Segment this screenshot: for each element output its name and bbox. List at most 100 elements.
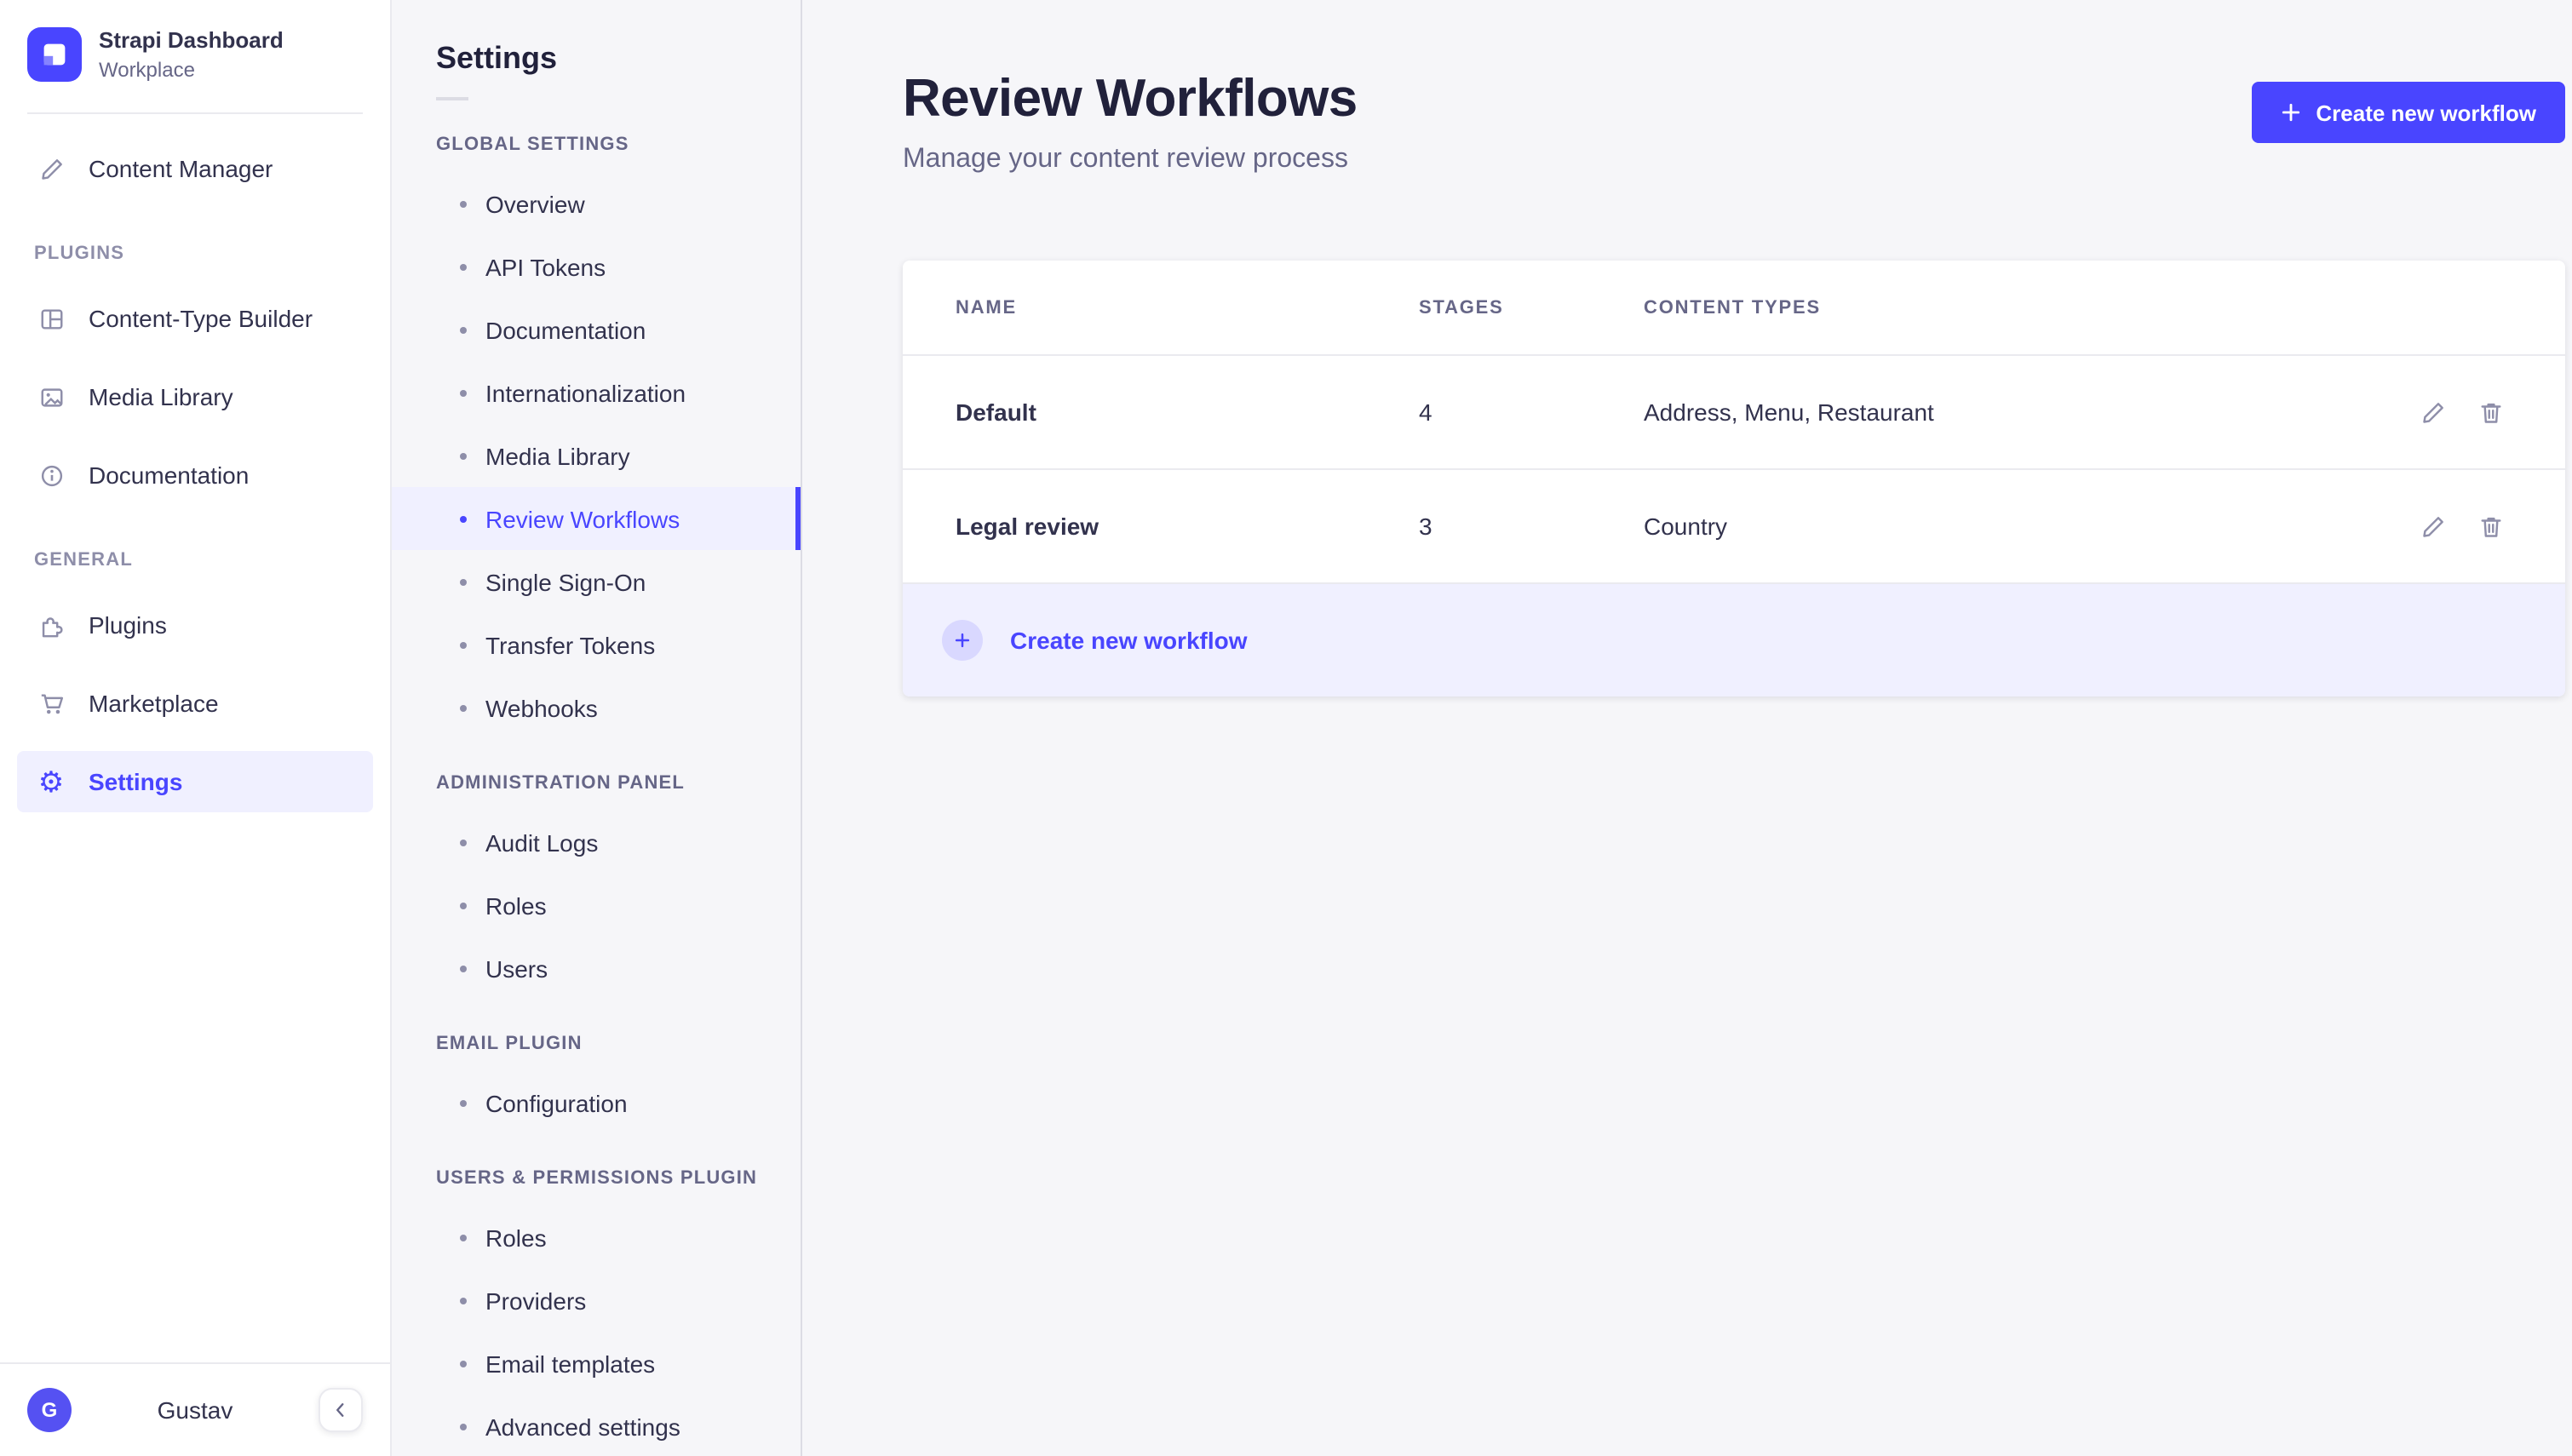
bullet-icon xyxy=(460,641,467,648)
subnav-item-label: Single Sign-On xyxy=(485,568,646,595)
subnav-item-internationalization[interactable]: Internationalization xyxy=(392,361,801,424)
subnav-item-label: Configuration xyxy=(485,1089,628,1116)
subnav-section-users-permissions-plugin: USERS & PERMISSIONS PLUGIN Roles Provide… xyxy=(392,1168,801,1456)
table-row-default[interactable]: Default 4 Address, Menu, Restaurant xyxy=(903,356,2565,470)
subnav-section-global-settings: GLOBAL SETTINGS Overview API Tokens Docu… xyxy=(392,135,801,739)
delete-workflow-button[interactable] xyxy=(2470,506,2511,547)
app-root: Strapi Dashboard Workplace Content Manag… xyxy=(0,0,2572,1456)
create-workflow-button[interactable]: Create new workflow xyxy=(2251,82,2565,143)
page-header-text: Review Workflows Manage your content rev… xyxy=(903,68,1358,175)
subnav-item-configuration[interactable]: Configuration xyxy=(392,1071,801,1134)
trash-icon xyxy=(2480,516,2500,536)
subnav-item-label: Transfer Tokens xyxy=(485,631,656,658)
subnav-item-media-library[interactable]: Media Library xyxy=(392,424,801,487)
bullet-icon xyxy=(460,839,467,846)
sidebar-item-media-library[interactable]: Media Library xyxy=(17,367,373,428)
user-name: Gustav xyxy=(157,1396,233,1424)
main-content: Review Workflows Manage your content rev… xyxy=(802,0,2572,1456)
puzzle-icon xyxy=(34,609,68,643)
subnav-title: Settings xyxy=(436,41,558,75)
pencil-icon xyxy=(34,152,68,186)
bullet-icon xyxy=(460,1423,467,1430)
sidebar-item-documentation[interactable]: Documentation xyxy=(17,445,373,507)
bullet-icon xyxy=(460,1297,467,1304)
workflow-content-types: Country xyxy=(1644,513,1728,540)
subnav-item-users[interactable]: Users xyxy=(392,937,801,1000)
sidebar-item-settings[interactable]: ⚙ Settings xyxy=(17,751,373,813)
gear-icon: ⚙ xyxy=(37,765,65,799)
subnav-item-label: Roles xyxy=(485,891,547,919)
subnav-item-providers[interactable]: Providers xyxy=(392,1269,801,1332)
subnav-section-label: EMAIL PLUGIN xyxy=(436,1034,583,1054)
workflow-stages: 4 xyxy=(1419,398,1432,426)
sidebar-item-label: Plugins xyxy=(89,611,167,639)
subnav-item-label: Review Workflows xyxy=(485,505,680,532)
column-header-name: NAME xyxy=(956,297,1017,318)
sidebar-item-label: Content Manager xyxy=(89,155,273,183)
plus-icon xyxy=(2280,102,2300,123)
subnav-item-label: Media Library xyxy=(485,442,630,469)
subnav-item-label: API Tokens xyxy=(485,253,606,280)
bullet-icon xyxy=(460,1360,467,1367)
sidebar-item-label: Settings xyxy=(89,768,183,796)
subnav-section-label: USERS & PERMISSIONS PLUGIN xyxy=(436,1168,758,1189)
subnav-item-documentation[interactable]: Documentation xyxy=(392,298,801,361)
table-row-legal-review[interactable]: Legal review 3 Country xyxy=(903,470,2565,584)
table-header-row: NAME STAGES CONTENT TYPES xyxy=(903,261,2565,356)
bullet-icon xyxy=(460,326,467,333)
subnav-item-up-roles[interactable]: Roles xyxy=(392,1206,801,1269)
bullet-icon xyxy=(460,515,467,522)
workflows-table: NAME STAGES CONTENT TYPES Default 4 Addr… xyxy=(903,261,2565,696)
subnav-item-label: Overview xyxy=(485,190,585,217)
subnav-item-overview[interactable]: Overview xyxy=(392,172,801,235)
subnav-item-api-tokens[interactable]: API Tokens xyxy=(392,235,801,298)
row-actions xyxy=(2289,392,2511,433)
column-header-stages: STAGES xyxy=(1419,297,1504,318)
layout-icon xyxy=(34,302,68,336)
subnav-section-administration-panel: ADMINISTRATION PANEL Audit Logs Roles Us… xyxy=(392,773,801,1000)
bullet-icon xyxy=(460,263,467,270)
bullet-icon xyxy=(460,902,467,909)
subnav-item-transfer-tokens[interactable]: Transfer Tokens xyxy=(392,613,801,676)
plus-circle-icon xyxy=(942,620,983,661)
subnav-item-review-workflows[interactable]: Review Workflows xyxy=(392,487,801,550)
pencil-icon xyxy=(2422,402,2443,422)
subnav-item-email-templates[interactable]: Email templates xyxy=(392,1332,801,1395)
subnav-item-label: Audit Logs xyxy=(485,828,599,856)
edit-workflow-button[interactable] xyxy=(2412,392,2453,433)
user-avatar[interactable]: G xyxy=(27,1388,72,1432)
subnav-item-label: Roles xyxy=(485,1224,547,1251)
sidebar-item-plugins[interactable]: Plugins xyxy=(17,595,373,656)
create-workflow-row[interactable]: Create new workflow xyxy=(903,584,2565,696)
edit-workflow-button[interactable] xyxy=(2412,506,2453,547)
bullet-icon xyxy=(460,965,467,972)
bullet-icon xyxy=(460,704,467,711)
workflow-stages: 3 xyxy=(1419,513,1432,540)
subnav-item-label: Webhooks xyxy=(485,694,598,721)
page-subtitle: Manage your content review process xyxy=(903,145,1348,174)
sidebar-item-label: Marketplace xyxy=(89,690,219,718)
subnav-item-roles[interactable]: Roles xyxy=(392,874,801,937)
subnav-item-single-sign-on[interactable]: Single Sign-On xyxy=(392,550,801,613)
workspace-switcher[interactable]: Strapi Dashboard Workplace xyxy=(0,0,390,110)
bullet-icon xyxy=(460,1099,467,1106)
workspace-text: Strapi Dashboard Workplace xyxy=(99,27,284,83)
sidebar-item-content-manager[interactable]: Content Manager xyxy=(17,139,373,200)
subnav-item-label: Documentation xyxy=(485,316,646,343)
workflow-content-types: Address, Menu, Restaurant xyxy=(1644,398,1934,426)
sidebar-item-marketplace[interactable]: Marketplace xyxy=(17,674,373,735)
subnav-item-advanced-settings[interactable]: Advanced settings xyxy=(392,1395,801,1456)
sidebar-section-general-label: GENERAL xyxy=(34,550,133,571)
workspace-subtitle: Workplace xyxy=(99,58,195,83)
subnav-section-email-plugin: EMAIL PLUGIN Configuration xyxy=(392,1034,801,1134)
collapse-sidebar-button[interactable] xyxy=(319,1388,363,1432)
sidebar-item-content-type-builder[interactable]: Content-Type Builder xyxy=(17,289,373,350)
column-header-content-types: CONTENT TYPES xyxy=(1644,297,1821,318)
subnav-item-audit-logs[interactable]: Audit Logs xyxy=(392,811,801,874)
trash-icon xyxy=(2480,402,2500,422)
subnav-item-label: Users xyxy=(485,954,548,982)
workspace-name: Strapi Dashboard xyxy=(99,27,284,53)
sidebar-footer: G Gustav xyxy=(0,1362,390,1456)
subnav-item-webhooks[interactable]: Webhooks xyxy=(392,676,801,739)
delete-workflow-button[interactable] xyxy=(2470,392,2511,433)
